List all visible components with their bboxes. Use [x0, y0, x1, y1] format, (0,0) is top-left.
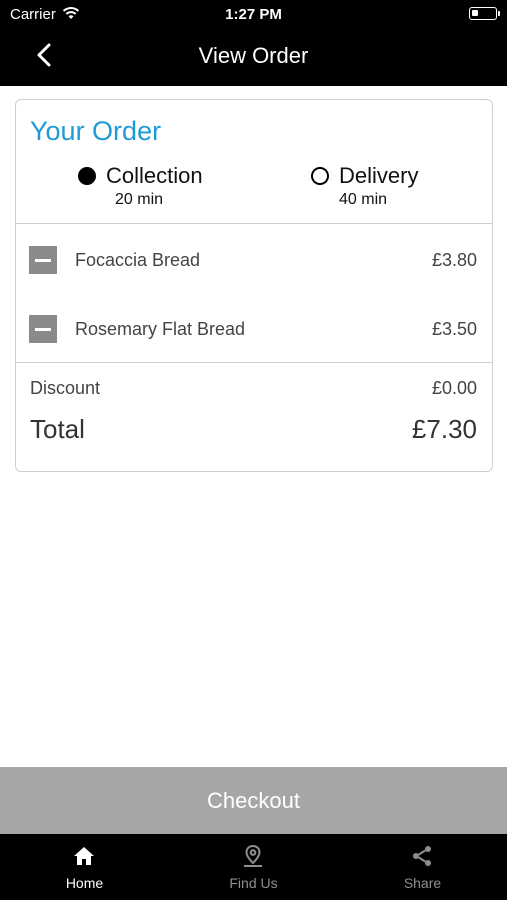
discount-value: £0.00	[431, 378, 477, 398]
collection-label: Collection	[106, 163, 203, 188]
item-name: Focaccia Bread	[75, 250, 201, 270]
order-item-row: Focaccia Bread £3.80	[16, 242, 492, 282]
delivery-label: Delivery	[339, 163, 419, 188]
page-title: View Order	[198, 43, 309, 68]
total-value: £7.30	[411, 414, 477, 444]
battery-icon	[469, 7, 500, 20]
collection-time: 20 min	[115, 191, 164, 208]
divider	[16, 223, 492, 224]
tab-bar: Home Find Us Share	[0, 834, 507, 900]
status-time: 1:27 PM	[225, 6, 282, 23]
location-pin-icon	[244, 844, 262, 867]
status-bar: Carrier 1:27 PM	[0, 0, 507, 28]
tab-share-label: Share	[403, 875, 442, 891]
tab-home-label: Home	[65, 875, 104, 891]
order-title: Your Order	[30, 116, 162, 146]
item-price: £3.80	[431, 250, 477, 270]
delivery-time: 40 min	[339, 191, 388, 208]
remove-item-button[interactable]	[29, 246, 57, 274]
share-icon	[413, 846, 431, 866]
item-name: Rosemary Flat Bread	[75, 319, 246, 339]
order-card: Your Order Collection 20 min Delivery 40…	[15, 99, 493, 472]
checkout-button[interactable]: Checkout	[0, 767, 507, 834]
radio-selected-icon[interactable]	[78, 167, 96, 185]
tab-find-us-label: Find Us	[229, 875, 278, 891]
item-price: £3.50	[431, 319, 477, 339]
nav-bar: View Order	[0, 28, 507, 86]
radio-unselected-icon[interactable]	[311, 167, 329, 185]
home-icon	[74, 847, 94, 865]
tab-share[interactable]: Share	[338, 834, 507, 900]
divider	[16, 362, 492, 363]
remove-item-button[interactable]	[29, 315, 57, 343]
order-item-row: Rosemary Flat Bread £3.50	[16, 311, 492, 351]
total-label: Total	[30, 414, 85, 444]
tab-home[interactable]: Home	[0, 834, 169, 900]
tab-find-us[interactable]: Find Us	[169, 834, 338, 900]
discount-label: Discount	[30, 378, 101, 398]
